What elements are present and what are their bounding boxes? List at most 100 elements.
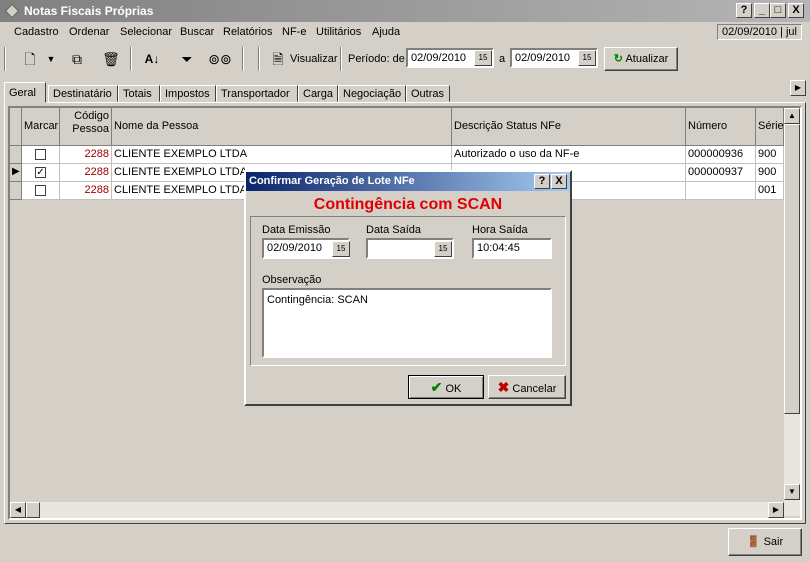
header-nome[interactable]: Nome da Pessoa [112, 108, 452, 146]
row-indicator [10, 146, 22, 164]
menu-nfe[interactable]: NF-e [282, 26, 306, 38]
menu-utilitarios[interactable]: Utilitários [316, 26, 361, 38]
row-indicator [10, 182, 22, 200]
dialog-heading: Contingência com SCAN [313, 196, 503, 213]
numero-cell: 000000936 [686, 146, 756, 164]
row-checkbox[interactable] [35, 185, 46, 196]
exit-door-icon: 🚪 [746, 536, 761, 548]
hora-saida-input[interactable]: 10:04:45 [472, 238, 552, 259]
calendar-icon[interactable]: 15 [474, 50, 492, 66]
dialog-help-button[interactable]: ? [534, 174, 550, 189]
dialog-title: Confirmar Geração de Lote NFe [249, 175, 415, 187]
menu-buscar[interactable]: Buscar [180, 26, 214, 38]
data-emissao-label: Data Emissão [262, 224, 331, 236]
binoculars-icon[interactable]: ⊚⊚ [206, 48, 234, 70]
menu-ajuda[interactable]: Ajuda [372, 26, 400, 38]
a-label: a [499, 53, 506, 65]
minimize-button[interactable]: _ [754, 3, 770, 18]
tab-negociacao[interactable]: Negociação [338, 85, 406, 102]
dropdown-arrow-icon[interactable]: ▼ [44, 48, 58, 70]
row-checkbox[interactable] [35, 149, 46, 160]
table-row[interactable]: 2288 CLIENTE EXEMPLO LTDA Autorizado o u… [10, 146, 784, 164]
sair-label: Sair [763, 536, 784, 548]
date-from-value: 02/09/2010 [411, 52, 467, 64]
copy-record-icon[interactable]: ⧉ [64, 48, 90, 70]
refresh-icon: ↻ [613, 53, 623, 65]
preview-icon[interactable]: 🗎 [268, 48, 288, 70]
maximize-button[interactable]: □ [770, 3, 786, 18]
menu-cadastro[interactable]: Cadastro [14, 26, 59, 38]
atualizar-label: Atualizar [625, 53, 669, 65]
toolbar: 🗋 ▼ ⧉ 🗑 A↓ ⏷ ⊚⊚ 🗎 Visualizar Período: de… [0, 44, 810, 74]
dialog-close-button[interactable]: X [551, 174, 567, 189]
tab-impostos[interactable]: Impostos [160, 85, 216, 102]
header-marcar[interactable]: Marcar [22, 108, 60, 146]
sort-az-icon[interactable]: A↓ [138, 48, 166, 70]
trash-icon[interactable]: 🗑 [98, 48, 124, 70]
close-button[interactable]: X [788, 3, 804, 18]
window-title-bar: Notas Fiscais Próprias ? _ □ X [0, 0, 810, 22]
marcar-cell [22, 146, 60, 164]
observacao-label: Observação [262, 274, 322, 286]
observacao-value: Contingência: SCAN [267, 294, 368, 306]
calendar-icon[interactable]: 15 [332, 241, 350, 257]
tab-carga[interactable]: Carga [298, 85, 338, 102]
codigo-cell: 2288 [60, 182, 112, 200]
data-emissao-value: 02/09/2010 [267, 242, 323, 254]
scroll-left-icon[interactable]: ◀ [10, 502, 26, 518]
tab-geral[interactable]: Geral [4, 82, 46, 103]
codigo-cell: 2288 [60, 146, 112, 164]
filter-icon[interactable]: ⏷ [174, 48, 200, 70]
numero-cell: 000000937 [686, 164, 756, 182]
menu-bar: Cadastro Ordenar Selecionar Buscar Relat… [0, 22, 810, 42]
tab-destinatario[interactable]: Destinatário [48, 85, 118, 102]
periodo-label: Período: de [348, 53, 405, 65]
nome-cell: CLIENTE EXEMPLO LTDA [112, 146, 452, 164]
horizontal-scrollbar[interactable]: ◀ ▶ [10, 502, 784, 518]
scroll-up-icon[interactable]: ▲ [784, 108, 800, 124]
cancel-x-icon: ✖ [497, 379, 510, 395]
tab-scroll-right-icon[interactable]: ▶ [790, 80, 806, 96]
header-numero[interactable]: Número [686, 108, 756, 146]
serie-cell: 900 [756, 164, 784, 182]
ok-button[interactable]: ✔ OK [408, 375, 484, 399]
tab-outras[interactable]: Outras [406, 85, 450, 102]
marcar-cell [22, 182, 60, 200]
codigo-cell: 2288 [60, 164, 112, 182]
scroll-thumb[interactable] [784, 124, 800, 414]
hora-saida-label: Hora Saída [472, 224, 528, 236]
tab-transportador[interactable]: Transportador [216, 85, 298, 102]
visualizar-button[interactable]: Visualizar [290, 53, 338, 65]
current-row-arrow-icon: ▶ [12, 166, 20, 177]
window-title: Notas Fiscais Próprias [24, 4, 154, 18]
app-icon [5, 4, 19, 18]
scroll-down-icon[interactable]: ▼ [784, 484, 800, 500]
help-button[interactable]: ? [736, 3, 752, 18]
atualizar-button[interactable]: ↻ Atualizar [604, 47, 678, 71]
menu-relatorios[interactable]: Relatórios [223, 26, 273, 38]
hscroll-thumb[interactable] [26, 502, 40, 518]
calendar-icon[interactable]: 15 [578, 50, 596, 66]
header-status[interactable]: Descrição Status NFe [452, 108, 686, 146]
cancelar-button[interactable]: ✖ Cancelar [488, 375, 566, 399]
scroll-right-icon[interactable]: ▶ [768, 502, 784, 518]
serie-cell: 900 [756, 146, 784, 164]
header-codigo[interactable]: Código Pessoa [60, 108, 112, 146]
checkmark-icon: ✔ [430, 379, 443, 395]
sair-button[interactable]: 🚪 Sair [728, 528, 802, 556]
ok-label: OK [445, 383, 462, 395]
menu-ordenar[interactable]: Ordenar [69, 26, 109, 38]
observacao-textarea[interactable]: Contingência: SCAN [262, 288, 552, 358]
header-serie[interactable]: Série [756, 108, 784, 146]
dialog-title-bar: Confirmar Geração de Lote NFe ? X [246, 172, 570, 191]
row-checkbox[interactable]: ✓ [35, 167, 46, 178]
status-cell: Autorizado o uso da NF-e [452, 146, 686, 164]
cancelar-label: Cancelar [512, 383, 557, 395]
tab-totais[interactable]: Totais [118, 85, 160, 102]
new-record-icon[interactable]: 🗋 [18, 48, 42, 70]
menu-selecionar[interactable]: Selecionar [120, 26, 172, 38]
vertical-scrollbar[interactable]: ▲ ▼ [784, 108, 800, 516]
calendar-icon[interactable]: 15 [434, 241, 452, 257]
hora-saida-value: 10:04:45 [477, 242, 520, 254]
data-saida-label: Data Saída [366, 224, 422, 236]
